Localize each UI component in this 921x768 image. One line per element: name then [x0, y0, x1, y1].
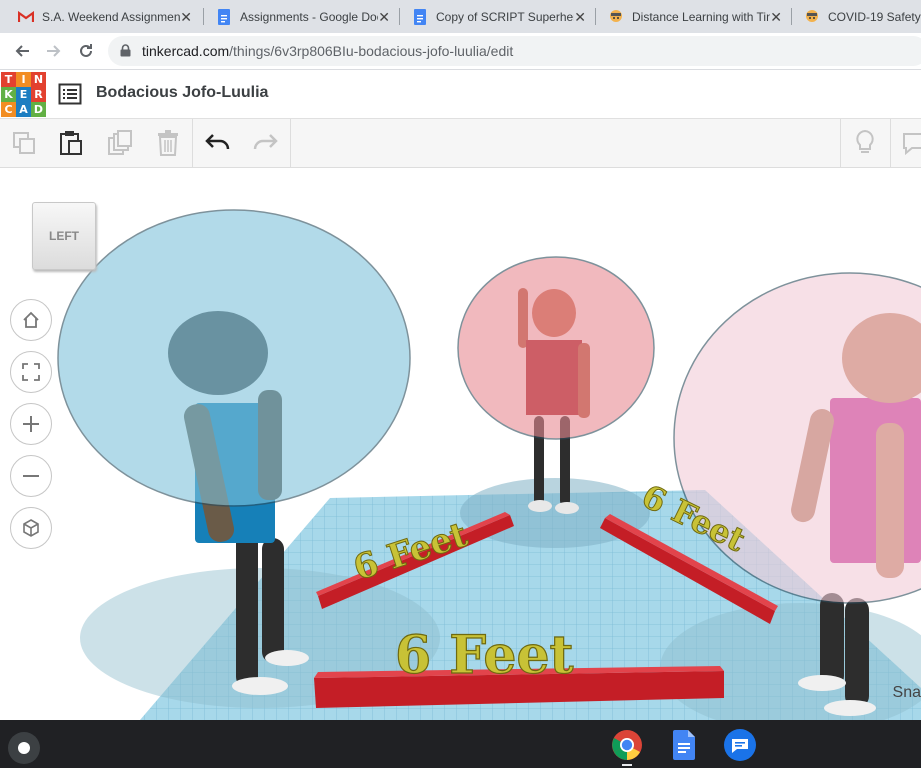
snap-grid-label[interactable]: Sna [893, 684, 921, 702]
forward-icon[interactable] [40, 37, 68, 65]
bubble-center[interactable] [457, 256, 655, 440]
logo-tile: E [16, 87, 31, 102]
redo-icon[interactable] [250, 128, 280, 158]
tab-title: Distance Learning with Tinkercad [632, 9, 770, 24]
edit-toolbar [0, 119, 921, 168]
label-6-feet-front[interactable]: 6 Feet [394, 624, 574, 686]
tinkercad-avatar-icon [608, 9, 624, 25]
app-header: TINKERCAD Bodacious Jofo-Luulia [0, 70, 921, 119]
toolbar-divider [290, 119, 291, 167]
logo-tile: K [1, 87, 16, 102]
tinkercad-logo[interactable]: TINKERCAD [1, 72, 46, 117]
perspective-icon[interactable] [10, 507, 52, 549]
tab-assignments-docs[interactable]: Assignments - Google Docs ✕ [198, 0, 398, 33]
zoom-out-icon[interactable] [10, 455, 52, 497]
browser-tab-strip: S.A. Weekend Assignment ✕ Assignments - … [0, 0, 921, 33]
running-indicator [622, 764, 632, 766]
design-list-icon[interactable] [58, 82, 82, 106]
address-bar: tinkercad.com/things/6v3rp806BIu-bodacio… [0, 33, 921, 70]
logo-tile: C [1, 102, 16, 117]
copy-icon[interactable] [9, 128, 39, 158]
close-icon[interactable]: ✕ [574, 9, 586, 26]
toolbar-divider [840, 119, 841, 167]
logo-tile: D [31, 102, 46, 117]
bubble-left[interactable] [57, 209, 411, 507]
tab-title: Assignments - Google Docs [240, 9, 378, 24]
fit-view-icon[interactable] [10, 351, 52, 393]
url-field[interactable]: tinkercad.com/things/6v3rp806BIu-bodacio… [108, 36, 921, 66]
tab-script-docs[interactable]: Copy of SCRIPT Superhero ✕ [394, 0, 594, 33]
google-docs-icon[interactable] [667, 728, 701, 762]
messages-icon[interactable] [723, 728, 757, 762]
os-shelf [0, 720, 921, 768]
url-host: tinkercad.com [142, 43, 230, 59]
logo-tile: T [1, 72, 16, 87]
tab-gmail[interactable]: S.A. Weekend Assignment ✕ [0, 0, 200, 33]
workplane-viewport[interactable]: 6 Feet 6 Feet 6 Feet LEFT Sna [0, 168, 921, 720]
paste-icon[interactable] [56, 128, 86, 158]
chrome-icon[interactable] [610, 728, 644, 762]
google-docs-icon [412, 8, 428, 25]
tab-covid-safety[interactable]: COVID-19 Safety [786, 0, 921, 33]
close-icon[interactable]: ✕ [180, 9, 192, 26]
launcher-icon[interactable] [8, 732, 40, 764]
tab-title: Copy of SCRIPT Superhero [436, 9, 574, 24]
trash-icon[interactable] [153, 128, 183, 158]
back-icon[interactable] [8, 37, 36, 65]
reload-icon[interactable] [72, 37, 100, 65]
home-view-icon[interactable] [10, 299, 52, 341]
tab-title: S.A. Weekend Assignment [42, 9, 180, 24]
design-title[interactable]: Bodacious Jofo-Luulia [96, 84, 268, 102]
toolbar-divider [890, 119, 891, 167]
url-path: /things/6v3rp806BIu-bodacious-jofo-luuli… [229, 43, 514, 59]
lightbulb-icon[interactable] [850, 128, 880, 158]
lock-icon [120, 44, 131, 62]
logo-tile: R [31, 87, 46, 102]
view-cube[interactable]: LEFT [32, 202, 96, 270]
zoom-in-icon[interactable] [10, 403, 52, 445]
logo-tile: I [16, 72, 31, 87]
close-icon[interactable]: ✕ [770, 9, 782, 26]
tinkercad-avatar-icon [804, 9, 820, 25]
toolbar-divider [192, 119, 193, 167]
undo-icon[interactable] [203, 128, 233, 158]
scene-canvas[interactable]: 6 Feet 6 Feet 6 Feet [0, 168, 921, 720]
notes-icon[interactable] [898, 128, 921, 158]
google-docs-icon [216, 8, 232, 25]
logo-tile: A [16, 102, 31, 117]
duplicate-icon[interactable] [105, 128, 135, 158]
tab-title: COVID-19 Safety [828, 9, 921, 24]
gmail-icon [18, 9, 34, 25]
logo-tile: N [31, 72, 46, 87]
close-icon[interactable]: ✕ [378, 9, 390, 26]
url-text: tinkercad.com/things/6v3rp806BIu-bodacio… [142, 43, 513, 59]
tab-distance-learning[interactable]: Distance Learning with Tinkercad ✕ [590, 0, 790, 33]
